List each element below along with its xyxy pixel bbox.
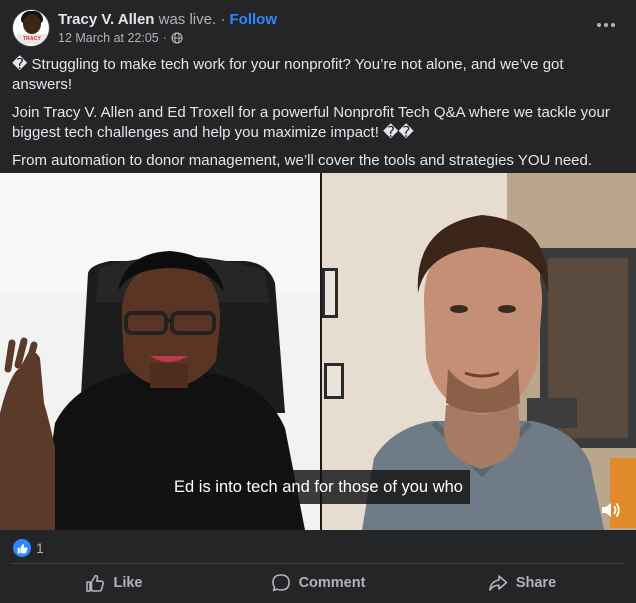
globe-icon[interactable] xyxy=(171,32,183,44)
post-timestamp[interactable]: 12 March at 22:05 xyxy=(58,31,159,45)
volume-icon[interactable] xyxy=(600,500,622,520)
post-paragraph: Join Tracy V. Allen and Ed Troxell for a… xyxy=(12,104,610,141)
reaction-summary[interactable]: 1 xyxy=(13,539,44,557)
comment-button[interactable]: Comment xyxy=(216,566,420,600)
comment-icon xyxy=(271,574,290,592)
avatar-face xyxy=(23,14,41,34)
action-bar: Like Comment Share xyxy=(12,566,624,600)
facebook-post: TRACY Tracy V. Allen was live. · Follow … xyxy=(0,0,636,603)
video-caption: Ed is into tech and for those of you who xyxy=(167,470,470,504)
like-reaction-icon xyxy=(13,539,31,557)
avatar-badge: TRACY xyxy=(17,34,47,44)
author-name[interactable]: Tracy V. Allen xyxy=(58,11,154,28)
post-header: TRACY Tracy V. Allen was live. · Follow … xyxy=(12,8,624,50)
post-meta: 12 March at 22:05 · xyxy=(58,31,183,45)
follow-button[interactable]: Follow xyxy=(230,11,278,28)
thumbs-up-icon xyxy=(86,574,105,592)
action-divider xyxy=(12,563,624,564)
share-button[interactable]: Share xyxy=(420,566,624,600)
author-line: Tracy V. Allen was live. · Follow xyxy=(58,11,277,28)
separator: · xyxy=(220,11,226,28)
reaction-count: 1 xyxy=(36,540,44,556)
share-label: Share xyxy=(515,575,557,591)
meta-separator: · xyxy=(162,31,167,45)
post-action: was live. xyxy=(158,11,217,28)
more-options-icon[interactable] xyxy=(594,16,618,34)
like-label: Like xyxy=(113,575,143,591)
post-paragraph: � Struggling to make tech work for your … xyxy=(12,56,564,93)
comment-label: Comment xyxy=(298,575,366,591)
live-video-player[interactable]: Ed is into tech and for those of you who xyxy=(0,173,636,530)
avatar[interactable]: TRACY xyxy=(12,9,50,47)
share-icon xyxy=(489,575,508,591)
like-button[interactable]: Like xyxy=(12,566,216,600)
